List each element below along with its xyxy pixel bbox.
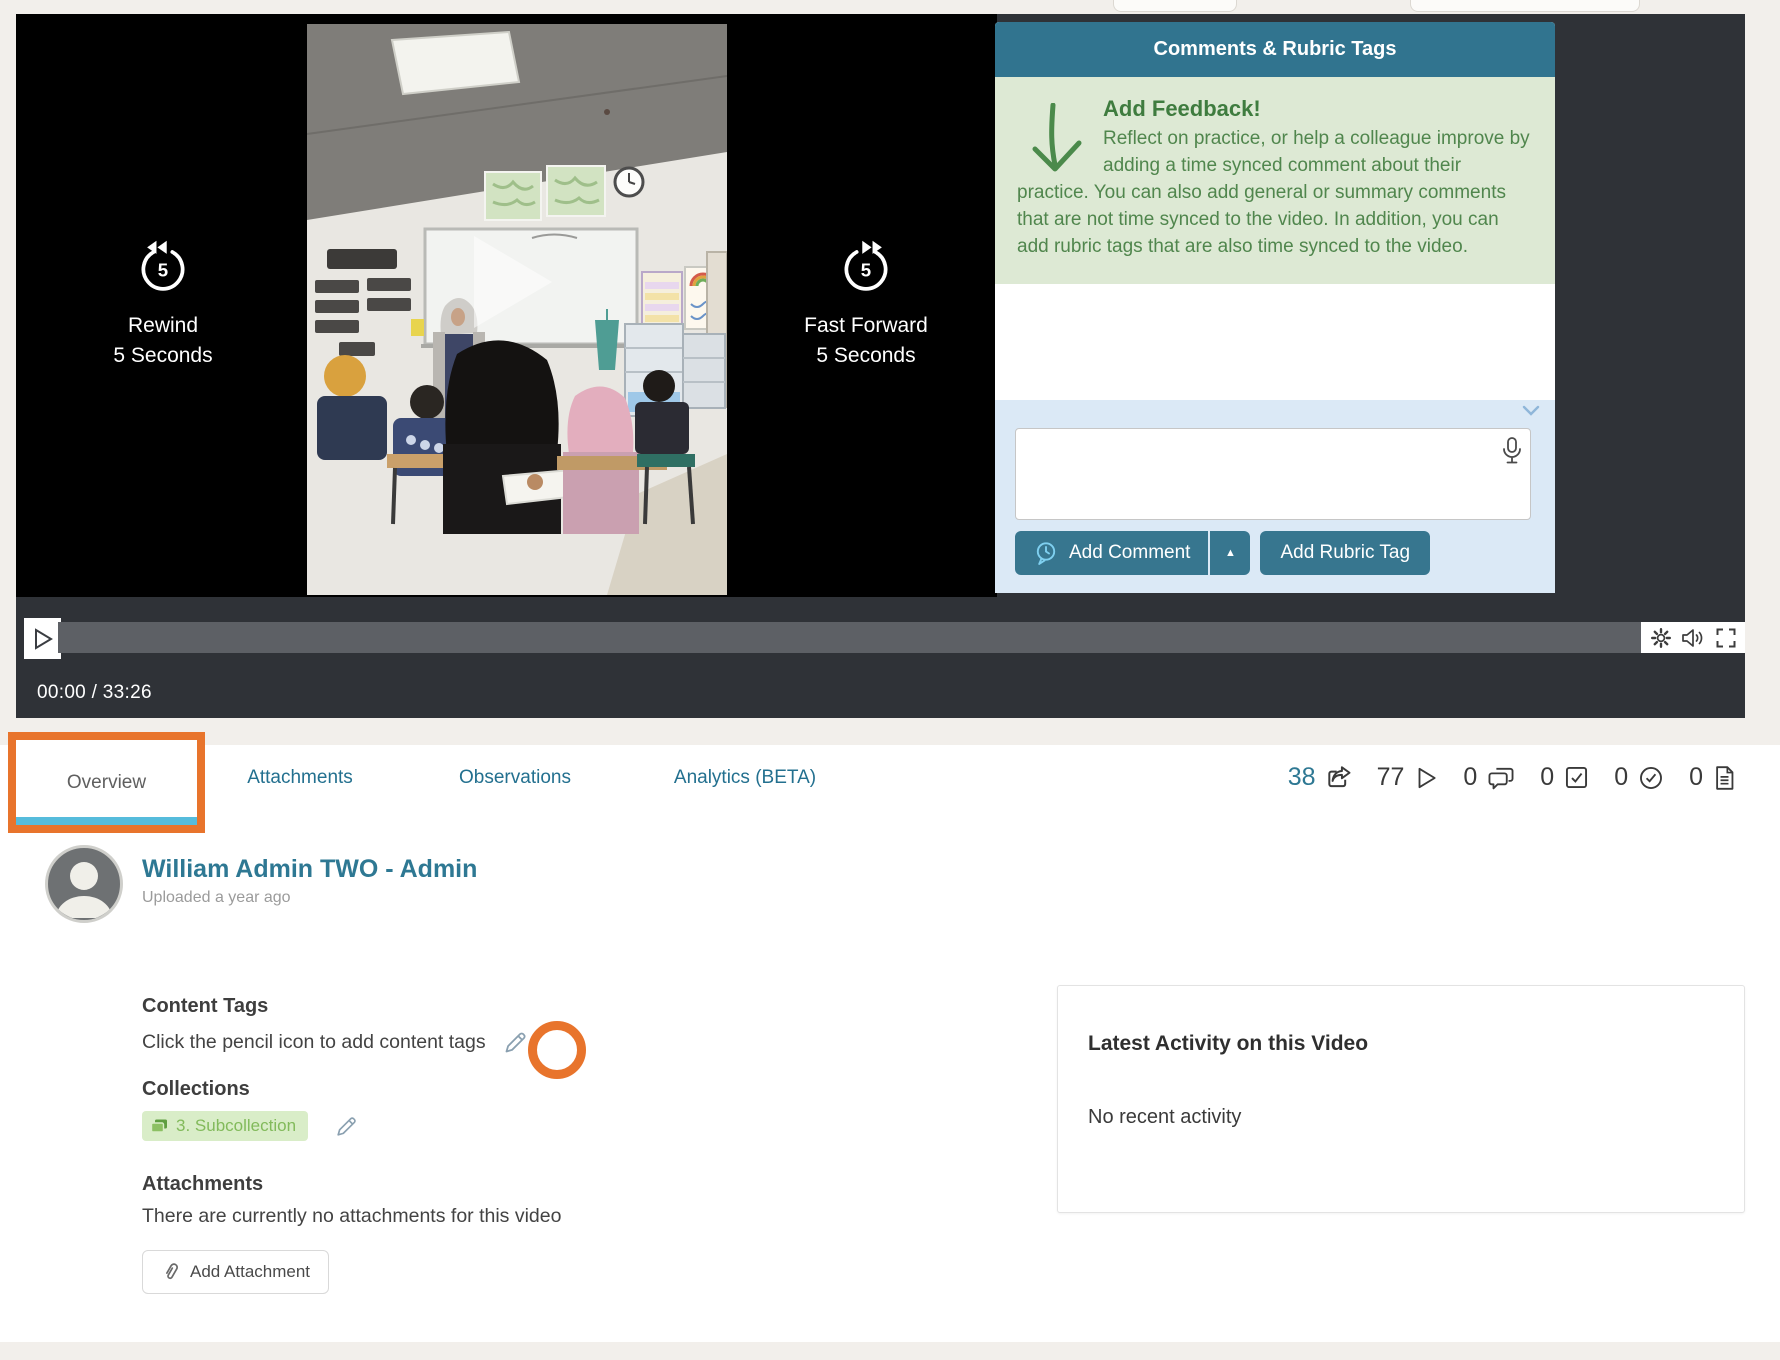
share-icon [1325,764,1353,792]
tab-attachments[interactable]: Attachments [247,767,353,789]
add-rubric-tag-button[interactable]: Add Rubric Tag [1260,531,1430,575]
annotation-box-overview-tab: Overview [8,732,205,833]
tab-observations[interactable]: Observations [459,767,571,789]
play-count-icon [1413,764,1439,792]
content-tags-hint-row: Click the pencil icon to add content tag… [142,1029,529,1056]
uploaded-timestamp: Uploaded a year ago [142,889,291,907]
stat-comments: 0 [1463,763,1516,792]
fast-forward-5-button[interactable]: 5 Fast Forward 5 Seconds [761,238,971,371]
rewind-5-button[interactable]: 5 Rewind 5 Seconds [58,238,268,371]
latest-activity-empty: No recent activity [1088,1106,1714,1129]
svg-text:5: 5 [158,259,168,280]
collections-heading: Collections [142,1078,250,1101]
attachments-heading: Attachments [142,1173,263,1196]
rewind-5-icon: 5 [135,238,191,294]
time-display: 00:00 / 33:26 [37,682,152,704]
edit-content-tags-pencil-icon[interactable] [502,1029,529,1056]
latest-activity-card: Latest Activity on this Video No recent … [1057,985,1745,1213]
settings-gear-icon[interactable] [1649,626,1673,650]
add-comment-button[interactable]: Add Comment [1015,531,1208,575]
fullscreen-icon[interactable] [1714,626,1738,650]
uploader-avatar[interactable] [45,845,123,923]
active-tab-underline [16,817,197,825]
tab-overview[interactable]: Overview [16,740,197,825]
play-icon [32,627,54,651]
comment-bubble-clock-icon [1033,540,1059,566]
video-player: 5 Rewind 5 Seconds 5 Fast Forward 5 Seco… [16,14,1745,718]
comment-list-empty [995,284,1555,400]
stat-approvals: 0 [1614,763,1665,792]
comments-rubric-panel: Comments & Rubric Tags Add Feedback! Ref… [995,22,1555,593]
stat-shares: 38 [1288,763,1353,792]
circle-check-icon [1637,764,1665,792]
seek-bar[interactable] [58,622,1641,653]
feedback-title: Add Feedback! [1017,95,1533,122]
paperclip-icon [157,1257,185,1286]
document-icon [1712,764,1737,792]
comment-textarea[interactable] [1015,428,1531,520]
play-button[interactable] [24,618,61,659]
person-icon [48,848,120,920]
content-tags-heading: Content Tags [142,995,268,1018]
stat-tasks: 0 [1540,763,1590,792]
volume-icon[interactable] [1680,626,1706,650]
feedback-body: Reflect on practice, or help a colleague… [1017,128,1530,257]
collection-stack-icon [150,1118,169,1135]
comments-icon [1486,764,1516,792]
latest-activity-heading: Latest Activity on this Video [1088,1032,1714,1056]
attachments-empty-text: There are currently no attachments for t… [142,1205,561,1228]
chevron-down-icon[interactable] [1522,405,1540,416]
video-stage[interactable]: 5 Rewind 5 Seconds 5 Fast Forward 5 Seco… [16,14,997,597]
cropped-toolbar-button [1410,0,1640,12]
collection-tag[interactable]: 3. Subcollection [142,1111,308,1141]
annotation-circle-pencil [528,1021,586,1079]
add-feedback-callout: Add Feedback! Reflect on practice, or he… [995,77,1555,284]
uploader-name-link[interactable]: William Admin TWO - Admin [142,855,477,884]
stat-plays: 77 [1377,763,1440,792]
comment-composer: Add Comment ▲ Add Rubric Tag [995,400,1555,593]
add-comment-options-button[interactable]: ▲ [1210,531,1250,575]
caret-up-icon: ▲ [1225,547,1236,559]
cropped-toolbar-button [1113,0,1237,12]
fast-forward-label: Fast Forward 5 Seconds [761,311,971,371]
add-attachment-button[interactable]: Add Attachment [142,1250,329,1294]
rewind-label: Rewind 5 Seconds [58,311,268,371]
video-stats: 38 77 0 0 [1288,763,1737,792]
stat-notes: 0 [1689,763,1737,792]
play-overlay-icon[interactable] [468,232,556,332]
panel-title: Comments & Rubric Tags [995,22,1555,77]
fast-forward-5-icon: 5 [838,238,894,294]
svg-text:5: 5 [861,259,871,280]
video-detail-page: 5 Rewind 5 Seconds 5 Fast Forward 5 Seco… [0,0,1780,1360]
microphone-icon[interactable] [1501,436,1523,466]
collections-row: 3. Subcollection [142,1111,359,1141]
checkbox-icon [1563,764,1590,791]
down-arrow-icon [1029,103,1085,177]
video-detail-content: Overview Attachments Observations Analyt… [0,745,1780,1342]
player-controls [1641,622,1745,653]
edit-collections-pencil-icon[interactable] [334,1114,359,1139]
tab-analytics[interactable]: Analytics (BETA) [674,767,816,789]
